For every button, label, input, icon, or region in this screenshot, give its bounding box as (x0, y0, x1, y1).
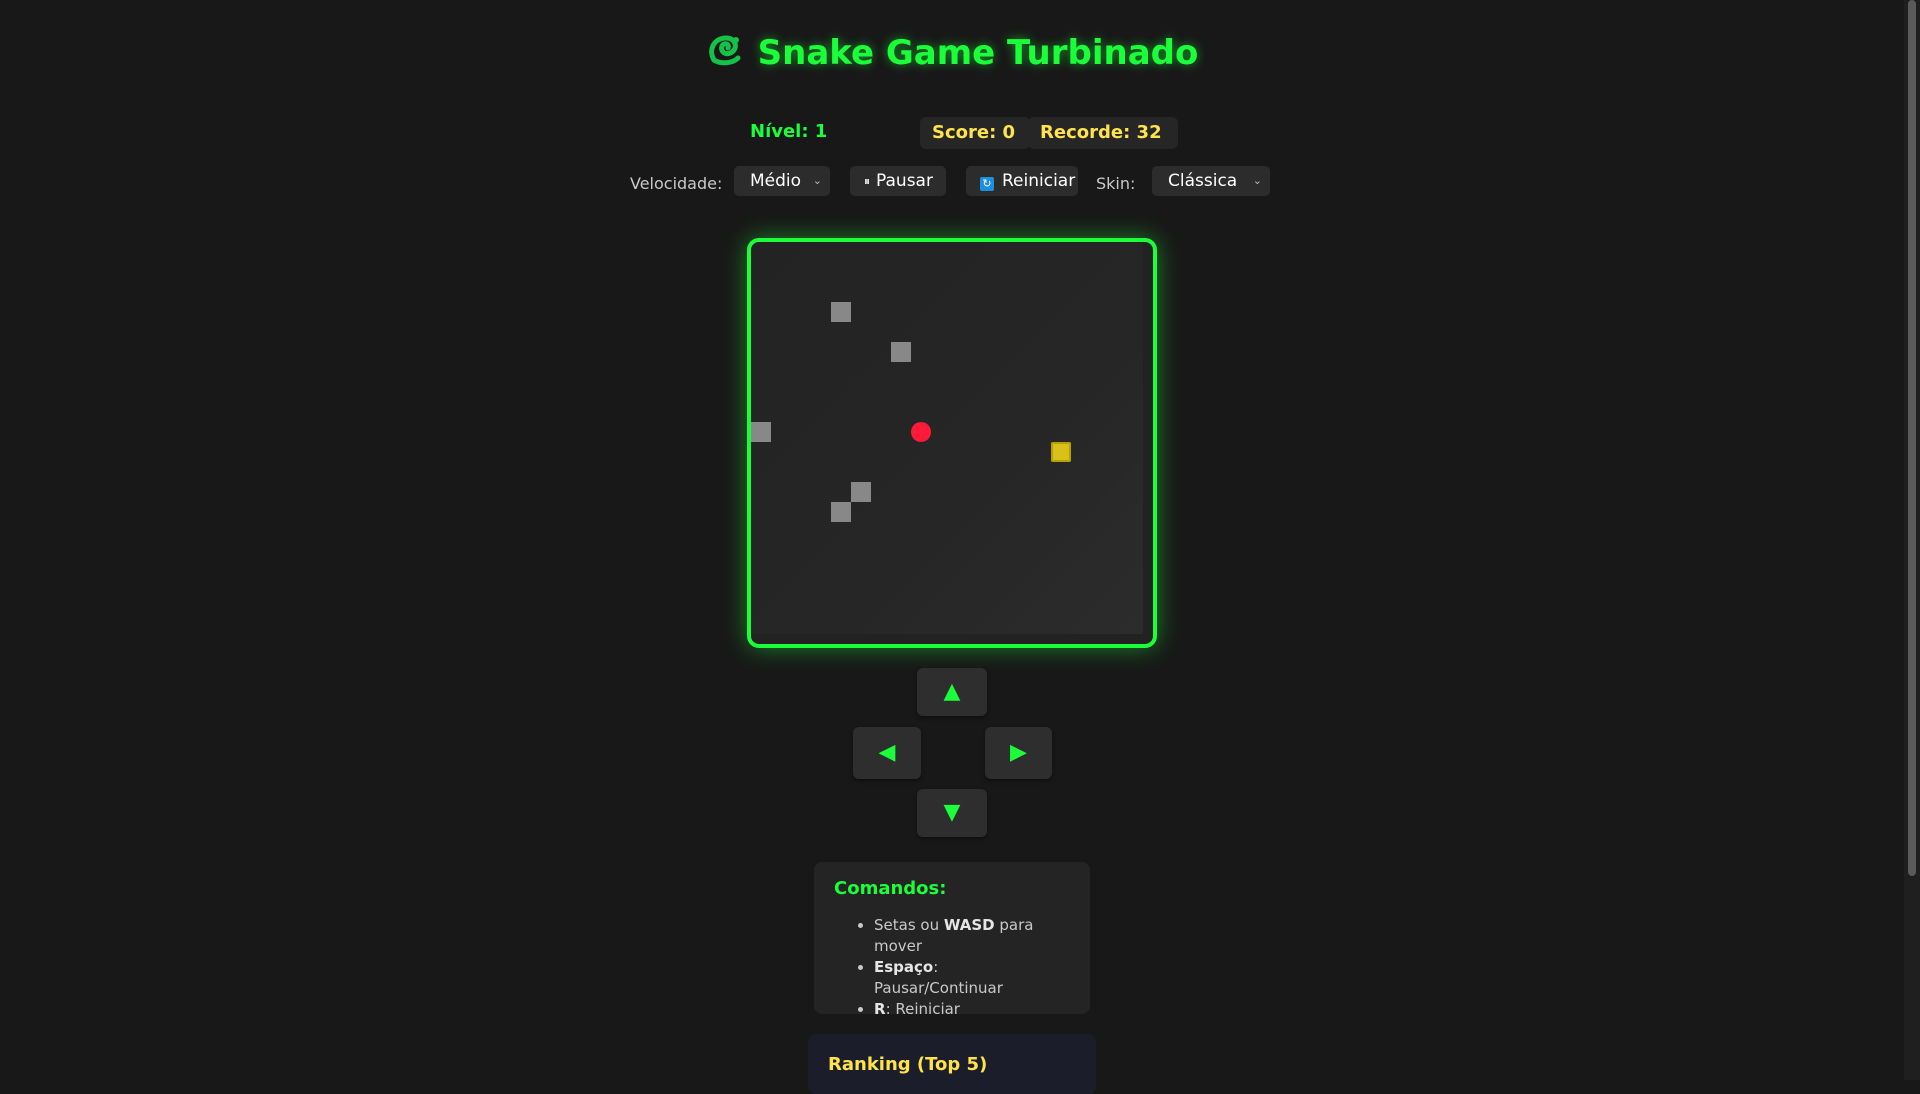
command-key: R (874, 1000, 886, 1018)
command-key: WASD (943, 916, 995, 934)
arrow-right-icon: ▶ (1010, 740, 1027, 765)
commands-title: Comandos: (834, 878, 947, 899)
obstacle-block (891, 342, 911, 362)
food-item (911, 422, 931, 442)
restart-icon: ↻ (980, 177, 994, 191)
arrow-left-icon: ◀ (878, 740, 896, 765)
snake-head (1051, 442, 1071, 462)
command-key: Espaço (874, 958, 934, 976)
restart-button[interactable]: ↻ Reiniciar (966, 166, 1078, 196)
pause-button-label: Pausar (876, 171, 933, 191)
dpad-up-button[interactable]: ▲ (917, 668, 987, 716)
commands-panel: Comandos: Setas ou WASD para mover Espaç… (814, 862, 1090, 1018)
ranking-panel: Ranking (Top 5) (808, 1034, 1096, 1094)
arrow-down-icon: ▼ (943, 800, 961, 825)
page-scrollbar[interactable] (1904, 0, 1920, 1080)
dpad-left-button[interactable]: ◀ (853, 727, 921, 779)
scrollbar-thumb[interactable] (1908, 0, 1916, 876)
score-badge: Score: 0 (920, 117, 1030, 149)
game-board[interactable] (747, 238, 1157, 648)
restart-button-label: Reiniciar (1002, 171, 1076, 191)
list-item: R: Reiniciar (874, 999, 1070, 1020)
obstacle-block (851, 482, 871, 502)
skin-select-value: Clássica (1168, 171, 1238, 191)
skin-select[interactable]: Clássica ⌄ (1152, 166, 1270, 196)
commands-list: Setas ou WASD para mover Espaço: Pausar/… (834, 915, 1070, 1020)
page-title: Snake Game Turbinado (0, 30, 1904, 73)
list-item: Espaço: Pausar/Continuar (874, 957, 1070, 999)
pause-button[interactable]: ⏸ Pausar (850, 166, 946, 196)
dpad-right-button[interactable]: ▶ (985, 727, 1052, 779)
command-text: : Reiniciar (885, 1000, 960, 1018)
level-indicator: Nível: 1 (750, 121, 828, 142)
obstacle-block (751, 422, 771, 442)
snake-icon (708, 35, 741, 66)
speed-label: Velocidade: (630, 174, 723, 193)
speed-select[interactable]: Médio ⌄ (734, 166, 830, 196)
page: Snake Game Turbinado Nível: 1 Score: 0 R… (0, 0, 1904, 1094)
dpad-down-button[interactable]: ▼ (917, 789, 987, 837)
skin-label: Skin: (1096, 174, 1136, 193)
title-text: Snake Game Turbinado (757, 33, 1199, 73)
pause-icon: ⏸ (864, 174, 871, 188)
obstacle-block (831, 502, 851, 522)
record-badge: Recorde: 32 (1028, 117, 1178, 149)
command-text: Setas ou (874, 916, 944, 934)
list-item: Setas ou WASD para mover (874, 915, 1070, 957)
obstacle-block (831, 302, 851, 322)
chevron-down-icon: ⌄ (1252, 174, 1262, 187)
speed-select-value: Médio (750, 171, 802, 191)
chevron-down-icon: ⌄ (812, 174, 822, 187)
game-canvas (751, 242, 1143, 634)
ranking-title: Ranking (Top 5) (828, 1054, 988, 1075)
arrow-up-icon: ▲ (943, 679, 961, 704)
